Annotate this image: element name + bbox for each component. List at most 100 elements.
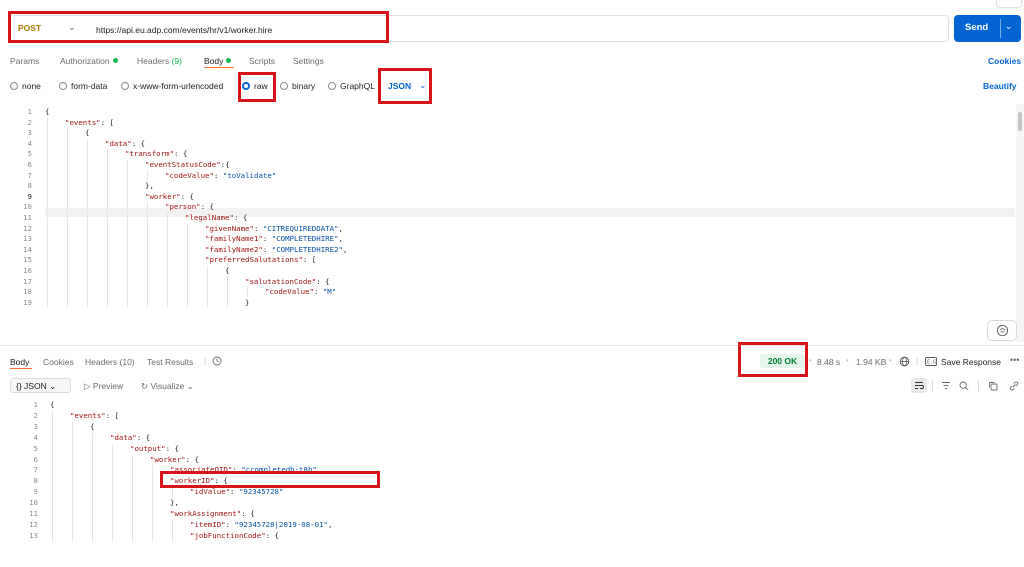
code-line: "workerID": { [170, 476, 228, 485]
preview-button[interactable]: ▷ Preview [84, 381, 123, 392]
indent-guide [227, 276, 228, 309]
globe-icon[interactable] [899, 356, 910, 367]
pane-divider[interactable] [0, 345, 1024, 346]
response-tab-body[interactable]: Body [10, 357, 29, 367]
radio-none[interactable]: none [10, 81, 41, 91]
filter-button[interactable] [938, 378, 954, 393]
radio-none-label: none [22, 81, 41, 91]
tab-authorization[interactable]: Authorization [60, 56, 118, 66]
radio-raw[interactable]: raw [242, 81, 268, 91]
active-tab-underline [10, 368, 32, 369]
line-number: 9 [27, 191, 32, 201]
json-punctuation: , [327, 519, 333, 529]
more-icon[interactable]: ••• [1010, 355, 1019, 365]
response-time[interactable]: 8.48 s [817, 357, 840, 367]
response-tab-headers-label: Headers [85, 357, 118, 367]
radio-raw-label: raw [254, 81, 268, 91]
tab-settings[interactable]: Settings [293, 56, 324, 66]
json-key: "familyName2" [205, 244, 263, 254]
radio-binary[interactable]: binary [280, 81, 315, 91]
response-tab-cookies[interactable]: Cookies [43, 357, 74, 367]
response-format-select[interactable]: {} JSON ⌄ [10, 378, 71, 393]
indent-guide [127, 160, 128, 309]
line-number: 7 [27, 170, 32, 180]
copy-button[interactable] [985, 378, 1001, 393]
response-tab-headers[interactable]: Headers (10) [85, 357, 135, 367]
window-control[interactable] [996, 0, 1022, 8]
send-divider [1000, 19, 1001, 38]
search-button[interactable] [956, 378, 972, 393]
tab-headers-count: (9) [171, 56, 182, 66]
json-key: "events" [65, 117, 101, 127]
line-number: 8 [27, 181, 32, 191]
active-tab-underline [204, 67, 234, 68]
separator-dot: • [846, 356, 849, 365]
ai-assistant-button[interactable] [987, 320, 1017, 341]
tab-separator: | [916, 356, 919, 366]
response-tab-headers-count: (10) [119, 357, 135, 367]
code-line: }, [170, 498, 179, 507]
tab-body[interactable]: Body [204, 56, 232, 66]
tab-separator: | [204, 356, 207, 366]
visualize-button[interactable]: ↻ Visualize ⌄ [141, 381, 194, 392]
link-button[interactable] [1006, 378, 1022, 393]
line-number: 18 [23, 287, 32, 297]
json-key: "workerID" [170, 476, 215, 486]
json-string: "M" [322, 287, 337, 297]
json-punctuation: : { [185, 454, 199, 464]
json-punctuation: : [262, 244, 272, 254]
chevron-down-icon: ⌄ [68, 22, 76, 32]
json-punctuation: { [45, 107, 50, 116]
history-icon[interactable] [212, 356, 222, 366]
indent-guide [147, 202, 148, 309]
json-punctuation: : [225, 519, 235, 529]
tab-scripts[interactable]: Scripts [249, 56, 275, 66]
cookies-link[interactable]: Cookies [988, 56, 1021, 66]
code-line: "codeValue": "M" [265, 287, 336, 296]
wrap-button[interactable] [911, 378, 927, 393]
radio-graphql[interactable]: GraphQL [328, 81, 375, 91]
json-key: "data" [105, 138, 132, 148]
send-button[interactable]: Send ⌄ [954, 15, 1021, 42]
editor-scrollbar[interactable] [1016, 104, 1024, 342]
request-body-editor[interactable]: 1{2 "events": [3{4 "data": {5 "transform": … [0, 104, 1024, 344]
indent-guide [207, 266, 208, 309]
method-select[interactable]: POST ⌄ [8, 20, 82, 37]
json-string: "toValidate" [222, 170, 277, 180]
status-badge[interactable]: 200 OK [760, 354, 805, 368]
json-key: "worker" [145, 191, 181, 201]
tab-params[interactable]: Params [10, 56, 39, 66]
line-number: 15 [23, 255, 32, 265]
json-key: "person" [165, 202, 201, 212]
link-icon [1009, 381, 1019, 390]
json-punctuation: : [262, 234, 272, 244]
code-line: }, [145, 181, 154, 190]
response-body-viewer[interactable]: 1{2 "events": [3{4 "data": {5 "output": {6 "… [0, 398, 1024, 567]
response-size[interactable]: 1.94 KB [856, 357, 886, 367]
status-dot-icon [112, 58, 118, 63]
radio-circle-icon [59, 82, 67, 90]
code-line: "eventStatusCode":{ [145, 160, 230, 169]
code-line: "jobFunctionCode": { [190, 531, 279, 540]
url-input[interactable] [96, 23, 616, 36]
json-punctuation: : [213, 170, 223, 180]
indent-guide [172, 519, 173, 542]
save-response-button[interactable]: Save Response [941, 357, 1001, 367]
method-label: POST [18, 23, 42, 33]
radio-urlencoded[interactable]: x-www-form-urlencoded [121, 81, 223, 91]
tab-headers[interactable]: Headers (9) [137, 56, 182, 66]
scrollbar-thumb[interactable] [1018, 112, 1022, 131]
chevron-down-icon[interactable]: ⌄ [1005, 21, 1013, 32]
play-icon: ▷ [84, 381, 91, 391]
radio-form-data[interactable]: form-data [59, 81, 107, 91]
json-key: "associateOID" [170, 465, 233, 475]
language-select[interactable]: JSON [388, 81, 411, 91]
beautify-link[interactable]: Beautify [983, 81, 1017, 91]
radio-circle-icon [121, 82, 129, 90]
code-line: { [90, 422, 94, 431]
code-line: "worker": { [150, 455, 199, 464]
json-punctuation: , [338, 223, 343, 233]
response-tab-test-results[interactable]: Test Results [147, 357, 193, 367]
chevron-down-icon[interactable]: ⌄ [419, 80, 427, 91]
wrap-icon [915, 382, 924, 389]
